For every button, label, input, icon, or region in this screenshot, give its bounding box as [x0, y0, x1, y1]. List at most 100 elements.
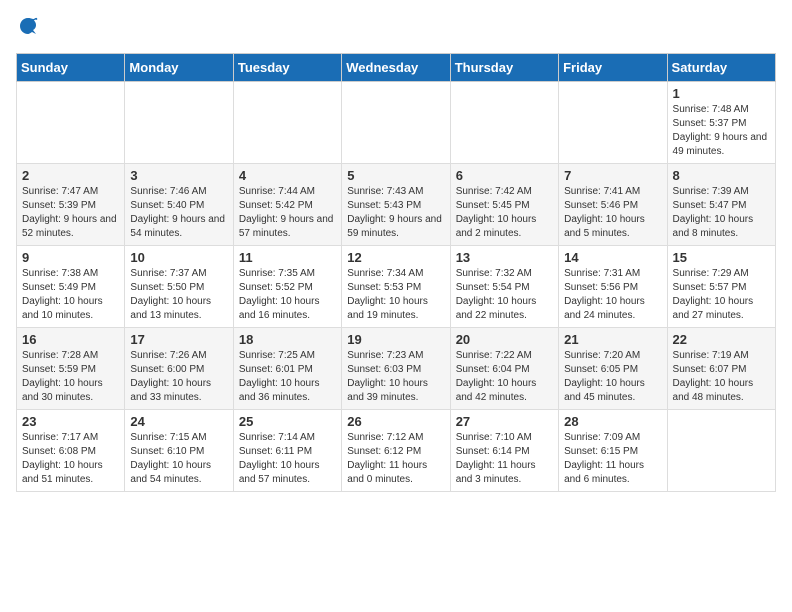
day-number: 13: [456, 250, 553, 265]
calendar-cell: 14 Sunrise: 7:31 AM Sunset: 5:56 PM Dayli…: [559, 246, 667, 328]
day-info: Sunrise: 7:46 AM Sunset: 5:40 PM Dayligh…: [130, 185, 227, 241]
day-info: Sunrise: 7:25 AM Sunset: 6:01 PM Dayligh…: [239, 349, 336, 405]
day-number: 26: [347, 414, 444, 429]
calendar-week-row: 2 Sunrise: 7:47 AM Sunset: 5:39 PM Daylig…: [17, 164, 776, 246]
calendar-cell: 11 Sunrise: 7:35 AM Sunset: 5:52 PM Dayli…: [233, 246, 341, 328]
calendar-cell: 24 Sunrise: 7:15 AM Sunset: 6:10 PM Dayli…: [125, 410, 233, 492]
day-number: 11: [239, 250, 336, 265]
logo: [16, 16, 38, 41]
day-number: 14: [564, 250, 661, 265]
day-number: 12: [347, 250, 444, 265]
calendar-cell: 9 Sunrise: 7:38 AM Sunset: 5:49 PM Daylig…: [17, 246, 125, 328]
day-number: 27: [456, 414, 553, 429]
day-of-week-header: Monday: [125, 54, 233, 82]
calendar-cell: 3Sunrise: 7:46 AM Sunset: 5:40 PM Daylig…: [125, 164, 233, 246]
day-info: Sunrise: 7:34 AM Sunset: 5:53 PM Dayligh…: [347, 267, 444, 323]
day-info: Sunrise: 7:44 AM Sunset: 5:42 PM Dayligh…: [239, 185, 336, 241]
calendar-week-row: 16 Sunrise: 7:28 AM Sunset: 5:59 PM Dayli…: [17, 328, 776, 410]
day-number: 4: [239, 168, 336, 183]
calendar-cell: 4 Sunrise: 7:44 AM Sunset: 5:42 PM Daylig…: [233, 164, 341, 246]
day-info: Sunrise: 7:43 AM Sunset: 5:43 PM Dayligh…: [347, 185, 444, 241]
day-number: 19: [347, 332, 444, 347]
day-number: 9: [22, 250, 119, 265]
calendar-cell: 23 Sunrise: 7:17 AM Sunset: 6:08 PM Dayli…: [17, 410, 125, 492]
calendar-cell: 10 Sunrise: 7:37 AM Sunset: 5:50 PM Dayli…: [125, 246, 233, 328]
calendar-cell: [450, 82, 558, 164]
day-info: Sunrise: 7:14 AM Sunset: 6:11 PM Dayligh…: [239, 431, 336, 487]
day-info: Sunrise: 7:26 AM Sunset: 6:00 PM Dayligh…: [130, 349, 227, 405]
calendar-table: SundayMondayTuesdayWednesdayThursdayFrid…: [16, 53, 776, 492]
day-of-week-header: Saturday: [667, 54, 775, 82]
calendar-cell: 5 Sunrise: 7:43 AM Sunset: 5:43 PM Daylig…: [342, 164, 450, 246]
calendar-cell: [17, 82, 125, 164]
calendar-cell: 13 Sunrise: 7:32 AM Sunset: 5:54 PM Dayli…: [450, 246, 558, 328]
day-number: 22: [673, 332, 770, 347]
calendar-cell: 22 Sunrise: 7:19 AM Sunset: 6:07 PM Dayli…: [667, 328, 775, 410]
calendar-cell: 25 Sunrise: 7:14 AM Sunset: 6:11 PM Dayli…: [233, 410, 341, 492]
day-number: 21: [564, 332, 661, 347]
day-info: Sunrise: 7:38 AM Sunset: 5:49 PM Dayligh…: [22, 267, 119, 323]
day-number: 15: [673, 250, 770, 265]
day-number: 7: [564, 168, 661, 183]
calendar-header-row: SundayMondayTuesdayWednesdayThursdayFrid…: [17, 54, 776, 82]
calendar-cell: 8Sunrise: 7:39 AM Sunset: 5:47 PM Daylig…: [667, 164, 775, 246]
calendar-cell: 15 Sunrise: 7:29 AM Sunset: 5:57 PM Dayli…: [667, 246, 775, 328]
day-info: Sunrise: 7:22 AM Sunset: 6:04 PM Dayligh…: [456, 349, 553, 405]
day-info: Sunrise: 7:12 AM Sunset: 6:12 PM Dayligh…: [347, 431, 444, 487]
day-of-week-header: Wednesday: [342, 54, 450, 82]
day-info: Sunrise: 7:47 AM Sunset: 5:39 PM Dayligh…: [22, 185, 119, 241]
calendar-cell: [559, 82, 667, 164]
day-number: 25: [239, 414, 336, 429]
day-info: Sunrise: 7:29 AM Sunset: 5:57 PM Dayligh…: [673, 267, 770, 323]
calendar-week-row: 9 Sunrise: 7:38 AM Sunset: 5:49 PM Daylig…: [17, 246, 776, 328]
calendar-cell: 28Sunrise: 7:09 AM Sunset: 6:15 PM Dayli…: [559, 410, 667, 492]
day-info: Sunrise: 7:17 AM Sunset: 6:08 PM Dayligh…: [22, 431, 119, 487]
calendar-cell: 26 Sunrise: 7:12 AM Sunset: 6:12 PM Dayli…: [342, 410, 450, 492]
day-info: Sunrise: 7:35 AM Sunset: 5:52 PM Dayligh…: [239, 267, 336, 323]
day-info: Sunrise: 7:10 AM Sunset: 6:14 PM Dayligh…: [456, 431, 553, 487]
day-number: 20: [456, 332, 553, 347]
day-number: 6: [456, 168, 553, 183]
day-number: 16: [22, 332, 119, 347]
day-info: Sunrise: 7:48 AM Sunset: 5:37 PM Dayligh…: [673, 103, 770, 159]
calendar-cell: 16 Sunrise: 7:28 AM Sunset: 5:59 PM Dayli…: [17, 328, 125, 410]
day-info: Sunrise: 7:20 AM Sunset: 6:05 PM Dayligh…: [564, 349, 661, 405]
calendar-cell: [342, 82, 450, 164]
day-info: Sunrise: 7:37 AM Sunset: 5:50 PM Dayligh…: [130, 267, 227, 323]
day-of-week-header: Friday: [559, 54, 667, 82]
day-info: Sunrise: 7:15 AM Sunset: 6:10 PM Dayligh…: [130, 431, 227, 487]
day-number: 1: [673, 86, 770, 101]
calendar-cell: 18 Sunrise: 7:25 AM Sunset: 6:01 PM Dayli…: [233, 328, 341, 410]
day-number: 17: [130, 332, 227, 347]
calendar-week-row: 1 Sunrise: 7:48 AM Sunset: 5:37 PM Daylig…: [17, 82, 776, 164]
calendar-cell: 27 Sunrise: 7:10 AM Sunset: 6:14 PM Dayli…: [450, 410, 558, 492]
day-info: Sunrise: 7:32 AM Sunset: 5:54 PM Dayligh…: [456, 267, 553, 323]
calendar-cell: 7 Sunrise: 7:41 AM Sunset: 5:46 PM Daylig…: [559, 164, 667, 246]
day-number: 18: [239, 332, 336, 347]
day-number: 5: [347, 168, 444, 183]
calendar-cell: 1 Sunrise: 7:48 AM Sunset: 5:37 PM Daylig…: [667, 82, 775, 164]
calendar-cell: 6Sunrise: 7:42 AM Sunset: 5:45 PM Daylig…: [450, 164, 558, 246]
day-number: 10: [130, 250, 227, 265]
calendar-cell: 2 Sunrise: 7:47 AM Sunset: 5:39 PM Daylig…: [17, 164, 125, 246]
day-number: 23: [22, 414, 119, 429]
calendar-cell: [125, 82, 233, 164]
day-number: 28: [564, 414, 661, 429]
day-info: Sunrise: 7:23 AM Sunset: 6:03 PM Dayligh…: [347, 349, 444, 405]
day-number: 24: [130, 414, 227, 429]
day-number: 8: [673, 168, 770, 183]
calendar-cell: 20 Sunrise: 7:22 AM Sunset: 6:04 PM Dayli…: [450, 328, 558, 410]
day-info: Sunrise: 7:28 AM Sunset: 5:59 PM Dayligh…: [22, 349, 119, 405]
calendar-cell: [233, 82, 341, 164]
day-info: Sunrise: 7:31 AM Sunset: 5:56 PM Dayligh…: [564, 267, 661, 323]
day-of-week-header: Tuesday: [233, 54, 341, 82]
day-of-week-header: Thursday: [450, 54, 558, 82]
page-header: [16, 16, 776, 41]
day-of-week-header: Sunday: [17, 54, 125, 82]
logo-bird-icon: [18, 16, 38, 36]
day-number: 2: [22, 168, 119, 183]
calendar-cell: [667, 410, 775, 492]
calendar-week-row: 23 Sunrise: 7:17 AM Sunset: 6:08 PM Dayli…: [17, 410, 776, 492]
day-info: Sunrise: 7:19 AM Sunset: 6:07 PM Dayligh…: [673, 349, 770, 405]
day-info: Sunrise: 7:41 AM Sunset: 5:46 PM Dayligh…: [564, 185, 661, 241]
